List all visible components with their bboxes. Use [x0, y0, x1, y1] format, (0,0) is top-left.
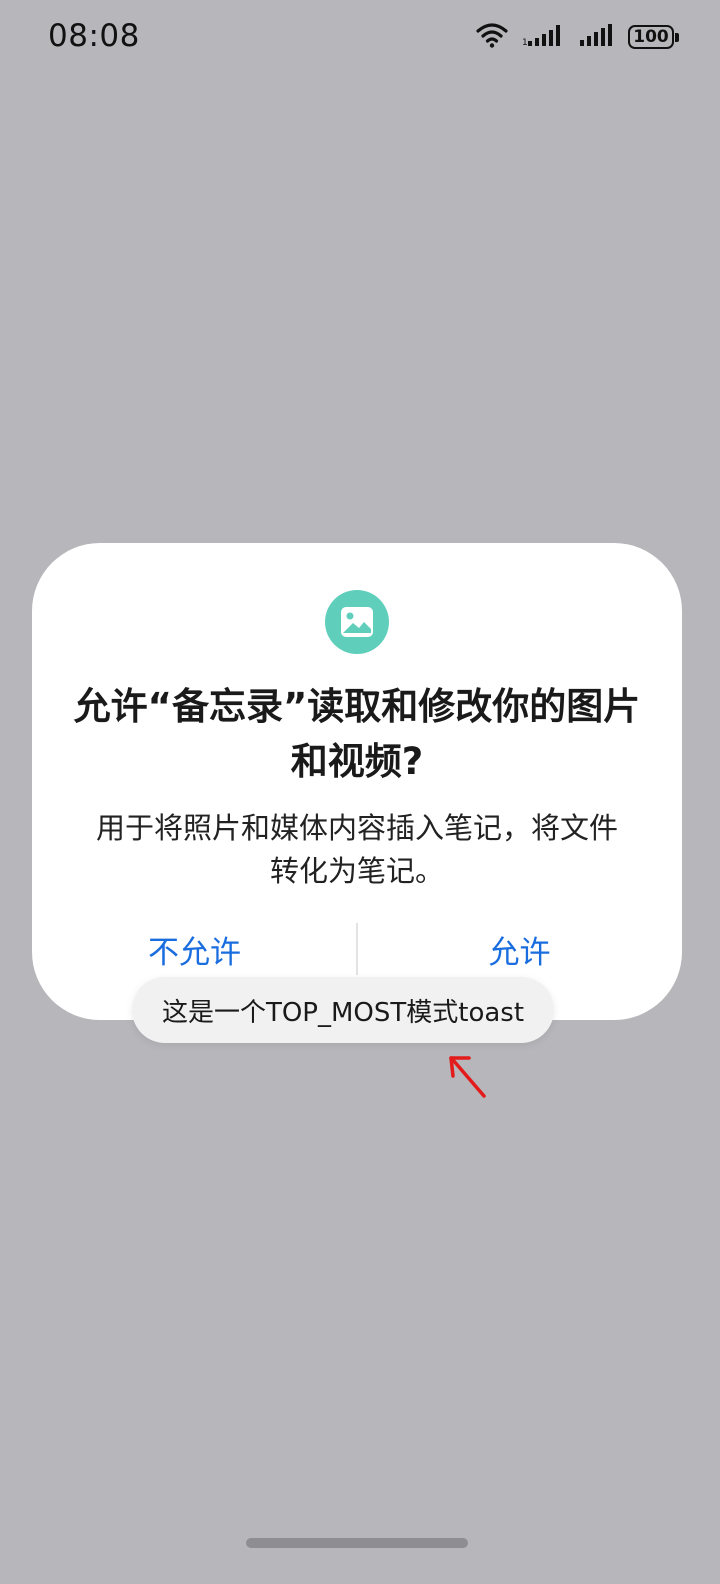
- home-indicator[interactable]: [246, 1538, 468, 1548]
- status-time: 08:08: [48, 18, 140, 54]
- status-icons: 1 100: [476, 20, 679, 54]
- image-icon: [325, 590, 389, 654]
- signal-icon-sim1: 1: [522, 23, 566, 51]
- dialog-message: 用于将照片和媒体内容插入笔记，将文件转化为笔记。: [95, 811, 618, 888]
- dialog-actions: 不允许 允许: [32, 923, 682, 975]
- allow-button[interactable]: 允许: [357, 923, 682, 975]
- status-bar: 08:08 1 100: [0, 0, 720, 76]
- red-arrow-icon: [445, 1050, 495, 1102]
- permission-dialog: 允许“备忘录”读取和修改你的图片和视频? 用于将照片和媒体内容插入笔记，将文件转…: [32, 543, 682, 1020]
- dialog-title: 允许“备忘录”读取和修改你的图片和视频?: [73, 685, 641, 783]
- toast-message: 这是一个TOP_MOST模式toast: [132, 977, 554, 1043]
- deny-button[interactable]: 不允许: [32, 923, 357, 975]
- signal-icon-sim2: [580, 23, 614, 51]
- svg-text:1: 1: [522, 38, 528, 47]
- battery-icon: 100: [628, 25, 679, 49]
- wifi-icon: [476, 22, 508, 52]
